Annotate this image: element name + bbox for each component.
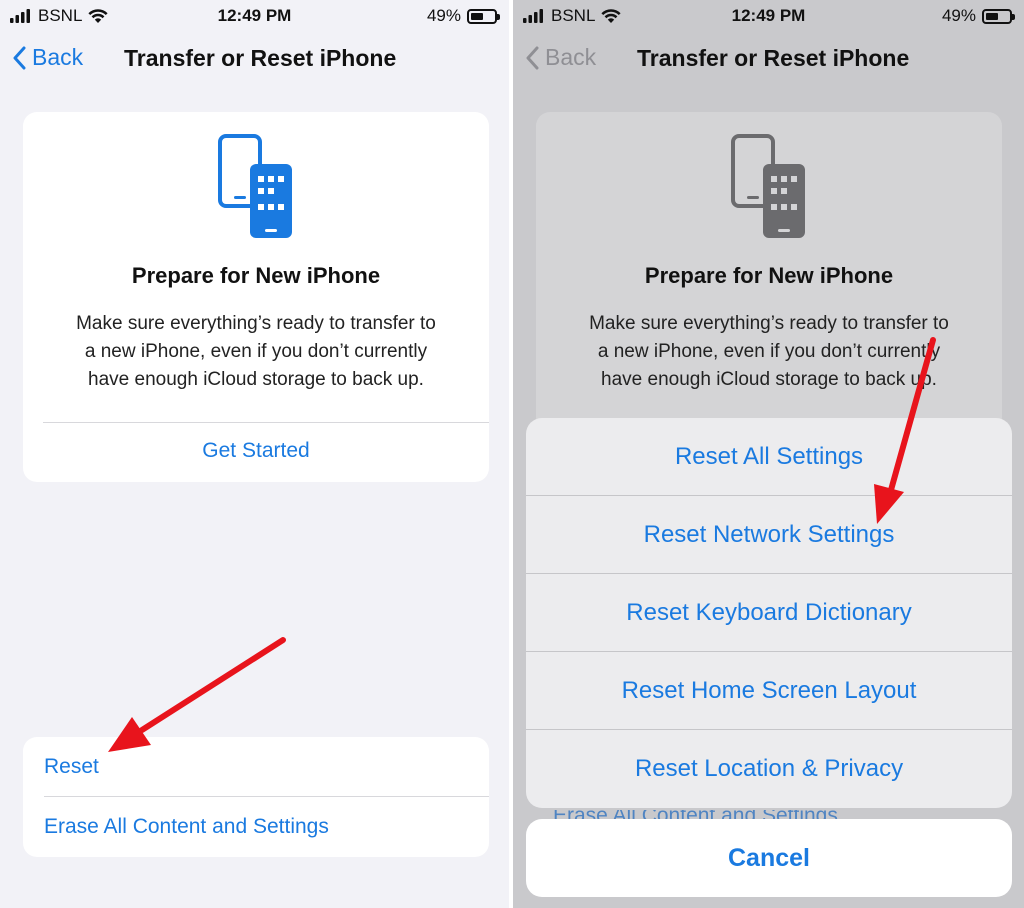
prepare-card-dimmed: Prepare for New iPhone Make sure everyth…	[536, 112, 1002, 432]
prepare-description: Make sure everything’s ready to transfer…	[43, 310, 469, 394]
page-title: Transfer or Reset iPhone	[637, 45, 910, 71]
get-started-button[interactable]: Get Started	[23, 439, 489, 463]
chevron-left-icon	[526, 46, 539, 69]
chevron-left-icon	[13, 46, 26, 69]
battery-icon	[982, 8, 1015, 24]
prepare-card: Prepare for New iPhone Make sure everyth…	[23, 112, 489, 482]
reset-action-sheet: Reset All Settings Reset Network Setting…	[526, 418, 1012, 808]
prepare-title: Prepare for New iPhone	[131, 263, 381, 288]
description-line: Make sure everything’s ready to transfer…	[589, 313, 949, 334]
reset-location-privacy-button[interactable]: Reset Location & Privacy	[526, 730, 1012, 808]
right-screen: BSNL 12:49 PM 49% Back Transfer or Reset…	[513, 0, 1024, 908]
battery-percent: 49%	[941, 6, 976, 25]
reset-button[interactable]: Reset	[44, 755, 99, 779]
back-label: Back	[32, 44, 84, 70]
battery-percent: 49%	[426, 6, 461, 25]
description-line: a new iPhone, even if you don’t currentl…	[84, 341, 428, 362]
back-button[interactable]: Back	[12, 44, 83, 71]
page-title: Transfer or Reset iPhone	[124, 45, 397, 71]
description-line: Make sure everything’s ready to transfer…	[76, 313, 436, 334]
back-label: Back	[545, 44, 597, 70]
navigation-bar: Back Transfer or Reset iPhone	[0, 36, 509, 80]
reset-network-settings-button[interactable]: Reset Network Settings	[526, 496, 1012, 574]
prepare-description: Make sure everything’s ready to transfer…	[556, 310, 982, 394]
erase-all-button[interactable]: Erase All Content and Settings	[44, 815, 329, 839]
description-line: a new iPhone, even if you don’t currentl…	[597, 341, 941, 362]
description-line: have enough iCloud storage to back up.	[601, 369, 937, 390]
divider	[44, 796, 489, 797]
two-phones-icon	[731, 134, 807, 245]
description-line: have enough iCloud storage to back up.	[88, 369, 424, 390]
prepare-title: Prepare for New iPhone	[644, 263, 894, 288]
status-bar: BSNL 12:49 PM 49%	[0, 0, 509, 32]
divider	[43, 422, 489, 423]
reset-home-screen-layout-button[interactable]: Reset Home Screen Layout	[526, 652, 1012, 730]
reset-all-settings-button[interactable]: Reset All Settings	[526, 418, 1012, 496]
left-screen: BSNL 12:49 PM 49% Back Transfer or Reset…	[0, 0, 509, 908]
back-button: Back	[525, 44, 596, 71]
battery-icon	[467, 8, 500, 24]
reset-keyboard-dictionary-button[interactable]: Reset Keyboard Dictionary	[526, 574, 1012, 652]
cancel-button[interactable]: Cancel	[526, 819, 1012, 897]
navigation-bar: Back Transfer or Reset iPhone	[513, 36, 1024, 80]
two-phones-icon	[218, 134, 294, 245]
reset-options-card: Reset Erase All Content and Settings	[23, 737, 489, 857]
status-bar: BSNL 12:49 PM 49%	[513, 0, 1024, 32]
